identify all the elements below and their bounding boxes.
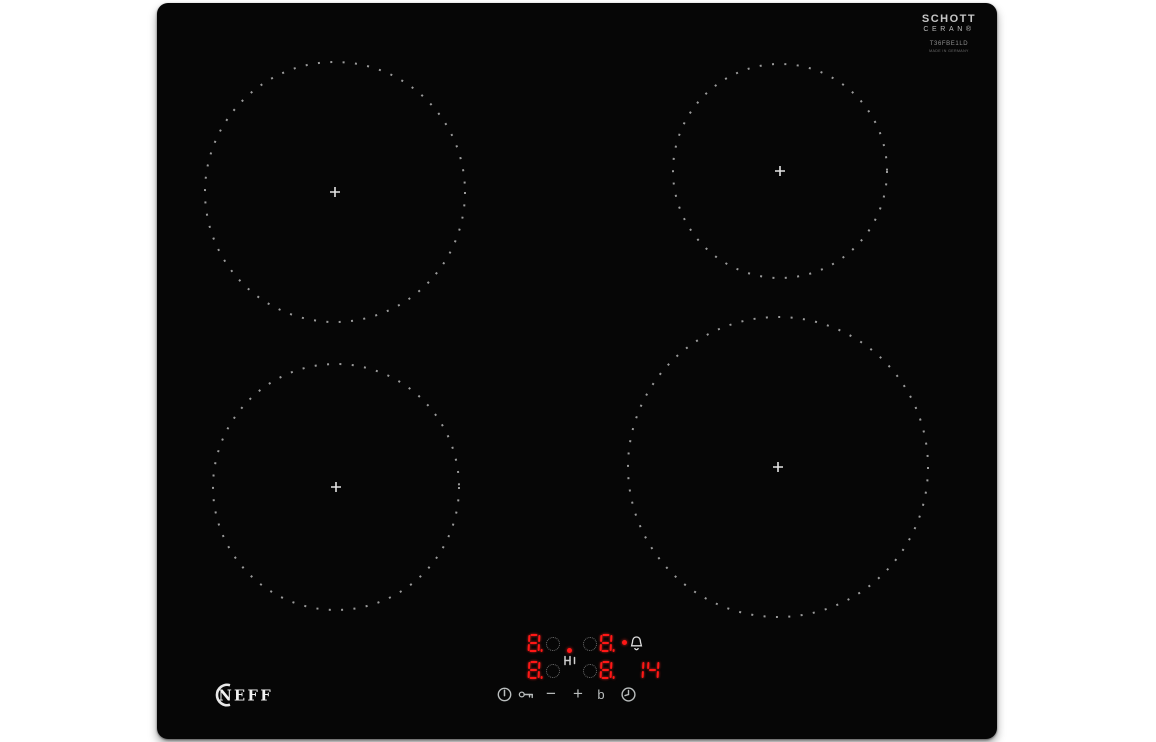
zone-indicator-ring [546,637,560,651]
schott-logo-text: SCHOTT [921,13,977,25]
zone-centre-cross [331,482,341,492]
model-subline: MADE IN GERMANY [929,48,969,53]
zone-centre-cross [330,187,340,197]
minus-button[interactable]: − [542,685,560,703]
minus-label: − [546,684,556,703]
plus-button[interactable]: + [569,685,587,703]
timer-button[interactable] [619,685,637,703]
timer-alarm-bell-icon [629,635,644,658]
schott-ceran-logo: SCHOTT CERAN® T36FBE1LD MADE IN GERMANY [914,13,984,53]
neff-logo-n: N [219,688,232,705]
display-back-right [599,634,615,652]
boost-button[interactable]: b [592,685,610,703]
neff-logo: N EFF [211,680,275,710]
zone-indicator-ring [546,664,560,678]
neff-logo-eff: EFF [234,688,273,705]
zone-centre-cross [773,462,783,472]
key-lock-button[interactable] [518,685,536,703]
zone-centre-cross [775,166,785,176]
control-panel: − + b [487,628,687,718]
plus-label: + [573,684,583,703]
boost-label: b [597,686,605,702]
zone-indicator-ring [583,637,597,651]
display-front-right [599,661,615,679]
display-front-left [527,661,543,679]
model-number: T36FBE1LD [929,41,969,47]
h-bar-indicator-icon [562,653,578,671]
display-back-left [527,634,543,652]
timer-display [632,661,662,679]
power-button[interactable] [495,685,513,703]
product-photo: SCHOTT CERAN® T36FBE1LD MADE IN GERMANY … [0,0,1156,742]
induction-hob: SCHOTT CERAN® T36FBE1LD MADE IN GERMANY … [157,3,997,739]
ceran-logo-text: CERAN® [923,26,975,33]
timer-alarm-led [622,640,627,645]
zone-indicator-ring [583,664,597,678]
